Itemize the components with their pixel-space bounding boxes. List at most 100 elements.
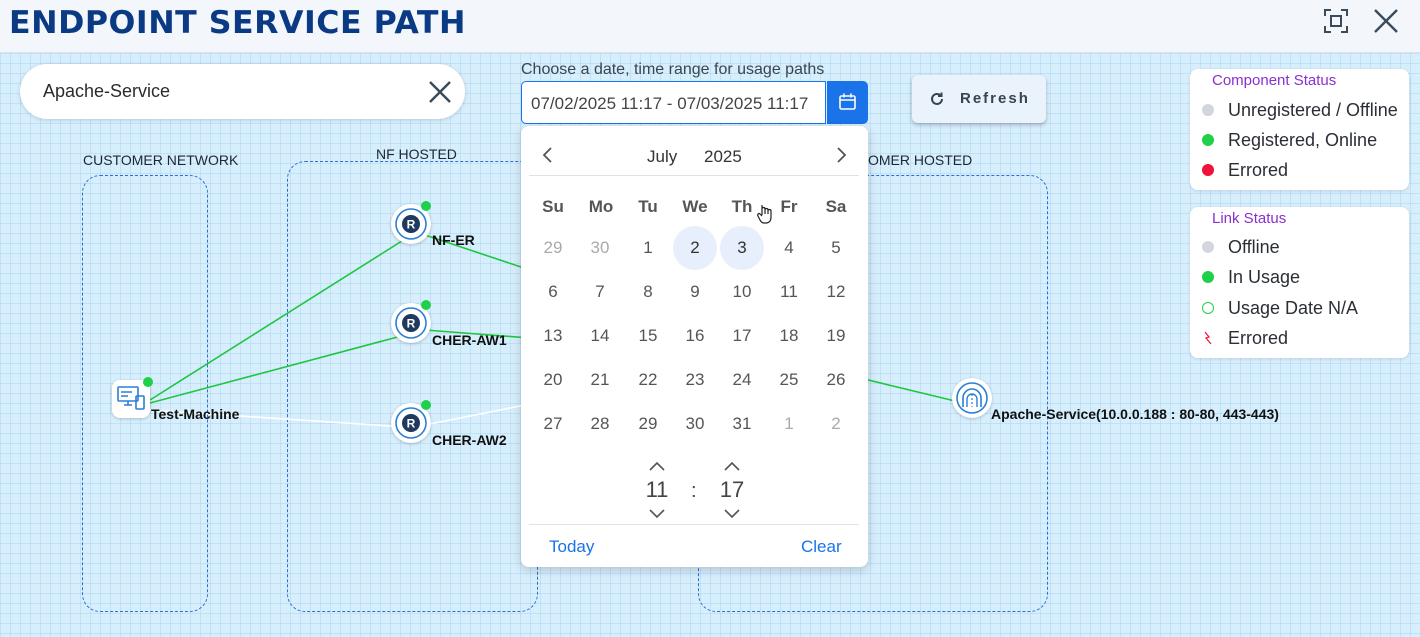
- divider: [529, 524, 859, 525]
- search-input[interactable]: [43, 78, 423, 104]
- hour-down-icon[interactable]: [647, 507, 667, 521]
- minute-down-icon[interactable]: [722, 507, 742, 521]
- status-dot: [1202, 134, 1214, 146]
- calendar-day[interactable]: 9: [673, 270, 717, 314]
- calendar-day[interactable]: 14: [578, 314, 622, 358]
- calendar-day[interactable]: 28: [578, 402, 622, 446]
- node-label-test-machine: Test-Machine: [151, 406, 240, 422]
- calendar-day[interactable]: 22: [626, 358, 670, 402]
- calendar-day[interactable]: 23: [673, 358, 717, 402]
- calendar-day[interactable]: 5: [814, 226, 858, 270]
- link-cher-aw2-out: [424, 403, 531, 426]
- calendar-icon: [839, 93, 856, 110]
- calendar-day[interactable]: 4: [767, 226, 811, 270]
- legend-label: Usage Date N/A: [1228, 297, 1359, 318]
- service-search-box: [20, 64, 465, 119]
- calendar-day[interactable]: 29: [626, 402, 670, 446]
- status-dot: [1202, 164, 1214, 176]
- link-test-machine-cher-aw1: [149, 334, 406, 404]
- calendar-day[interactable]: 30: [673, 402, 717, 446]
- node-label-cher-aw1: CHER-AW1: [432, 332, 507, 348]
- legend-label: Registered, Online: [1228, 129, 1378, 150]
- status-dot: [421, 201, 431, 211]
- hand-cursor-icon: [757, 205, 772, 224]
- calendar-day[interactable]: 1: [767, 402, 811, 446]
- calendar-day[interactable]: 20: [531, 358, 575, 402]
- calendar-day[interactable]: 26: [814, 358, 858, 402]
- refresh-icon: [931, 92, 943, 105]
- node-label-apache-service: Apache-Service(10.0.0.188 : 80-80, 443-4…: [991, 406, 1279, 422]
- calendar-day[interactable]: 10: [720, 270, 764, 314]
- calendar-day[interactable]: 30: [578, 226, 622, 270]
- legend-label: Errored: [1228, 159, 1289, 180]
- refresh-label: Refresh: [960, 90, 1030, 107]
- calendar-day[interactable]: 18: [767, 314, 811, 358]
- status-dot: [143, 377, 153, 387]
- calendar-day[interactable]: 21: [578, 358, 622, 402]
- calendar-day[interactable]: 6: [531, 270, 575, 314]
- refresh-button[interactable]: Refresh: [912, 75, 1046, 123]
- calendar-day[interactable]: 27: [531, 402, 575, 446]
- calendar-day[interactable]: 29: [531, 226, 575, 270]
- link-apache-service-in: [859, 377, 956, 402]
- minute-up-icon[interactable]: [722, 459, 742, 473]
- calendar-month[interactable]: July: [647, 147, 677, 167]
- weekday-label: Su: [542, 197, 564, 216]
- status-dot: [421, 400, 431, 410]
- clear-button[interactable]: Clear: [801, 537, 842, 557]
- hour-value[interactable]: 11: [637, 477, 677, 503]
- link-status-legend: Link Status Offline In Usage Usage Date …: [1190, 207, 1409, 358]
- calendar-day[interactable]: 2: [814, 402, 858, 446]
- prev-month-icon[interactable]: [537, 144, 559, 166]
- calendar-day[interactable]: 11: [767, 270, 811, 314]
- status-ring: [1202, 302, 1214, 314]
- legend-label: Errored: [1228, 327, 1289, 348]
- broken-link-icon: [1204, 331, 1212, 345]
- date-range-input[interactable]: 07/02/2025 11:17 - 07/03/2025 11:17: [521, 81, 826, 124]
- calendar-day[interactable]: 7: [578, 270, 622, 314]
- legend-item-usage-date-na: Usage Date N/A: [1202, 297, 1358, 319]
- calendar-day[interactable]: 25: [767, 358, 811, 402]
- svg-text:R: R: [407, 317, 416, 331]
- legend-title: Link Status: [1212, 210, 1287, 227]
- calendar-day[interactable]: 3: [720, 226, 764, 270]
- calendar-button[interactable]: [827, 81, 868, 124]
- node-label-nf-er: NF-ER: [432, 232, 475, 248]
- calendar-day[interactable]: 15: [626, 314, 670, 358]
- date-picker-popup: July 2025 Su Mo Tu We Th Fr Sa 29 30 1 2 3 4 5…: [521, 126, 868, 567]
- status-dot: [1202, 104, 1214, 116]
- weekday-label: Mo: [588, 197, 614, 216]
- legend-label: Unregistered / Offline: [1228, 99, 1398, 120]
- calendar-day[interactable]: 2: [673, 226, 717, 270]
- legend-label: In Usage: [1228, 266, 1301, 287]
- today-button[interactable]: Today: [549, 537, 594, 557]
- calendar-day[interactable]: 24: [720, 358, 764, 402]
- calendar-day[interactable]: 13: [531, 314, 575, 358]
- divider: [529, 175, 859, 176]
- weekday-label: Fr: [780, 197, 798, 216]
- calendar-day[interactable]: 8: [626, 270, 670, 314]
- calendar-day[interactable]: 12: [814, 270, 858, 314]
- calendar-day[interactable]: 16: [673, 314, 717, 358]
- calendar-year[interactable]: 2025: [704, 147, 742, 167]
- calendar-day[interactable]: 19: [814, 314, 858, 358]
- legend-item-link-errored: Errored: [1202, 327, 1288, 349]
- hour-up-icon[interactable]: [647, 459, 667, 473]
- calendar-day[interactable]: 17: [720, 314, 764, 358]
- minute-value[interactable]: 17: [712, 477, 752, 503]
- status-dot: [1202, 271, 1214, 283]
- calendar-day[interactable]: 1: [626, 226, 670, 270]
- date-range-label: Choose a date, time range for usage path…: [521, 61, 825, 78]
- calendar-day[interactable]: 31: [720, 402, 764, 446]
- legend-item-registered: Registered, Online: [1202, 129, 1377, 151]
- legend-item-unregistered: Unregistered / Offline: [1202, 99, 1398, 121]
- next-month-icon[interactable]: [830, 144, 852, 166]
- weekday-label: Tu: [638, 197, 658, 216]
- svg-text:R: R: [407, 218, 416, 232]
- link-test-machine-nf-er: [149, 238, 406, 401]
- service-icon[interactable]: [952, 378, 992, 418]
- node-label-cher-aw2: CHER-AW2: [432, 432, 507, 448]
- weekday-label: We: [682, 197, 708, 216]
- component-status-legend: Component Status Unregistered / Offline …: [1190, 69, 1409, 190]
- clear-search-icon[interactable]: [425, 77, 455, 107]
